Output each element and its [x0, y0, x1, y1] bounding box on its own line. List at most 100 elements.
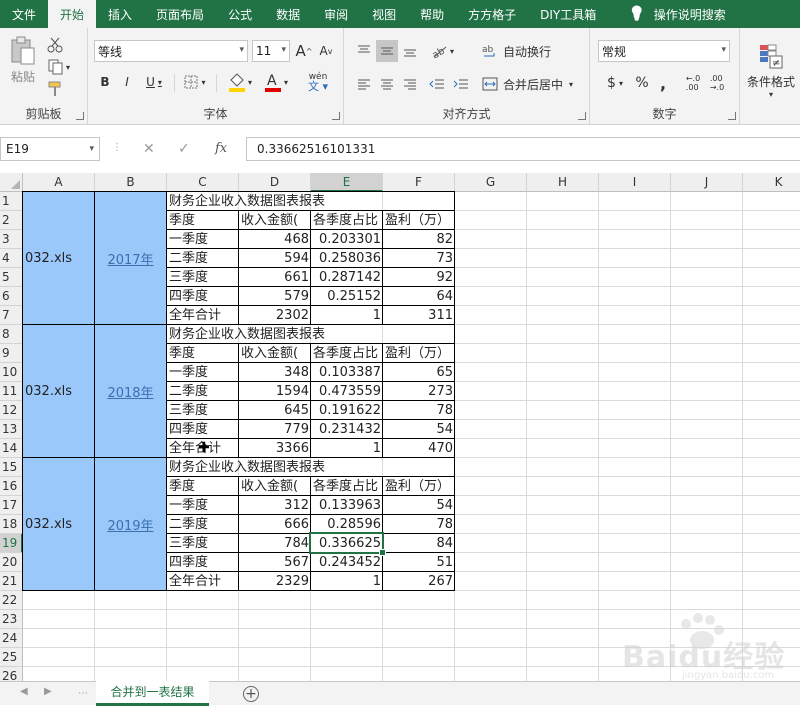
column-heading[interactable]: 盈利（万）: [383, 477, 455, 496]
align-middle-button[interactable]: [376, 40, 398, 62]
column-heading[interactable]: 各季度占比: [311, 477, 383, 496]
borders-button[interactable]: ▾: [180, 72, 210, 92]
row-header-21[interactable]: 21: [0, 572, 23, 591]
data-cell[interactable]: 0.243452: [311, 553, 383, 572]
quarter-label[interactable]: 四季度: [167, 553, 239, 572]
merged-cell-file[interactable]: 032.xls: [22, 457, 95, 591]
row-header-25[interactable]: 25: [0, 648, 23, 667]
row-header-1[interactable]: 1: [0, 192, 23, 211]
function-icon[interactable]: fx: [215, 141, 227, 156]
quarter-label[interactable]: 全年合计: [167, 572, 239, 591]
quarter-label[interactable]: 三季度: [167, 268, 239, 287]
row-header-6[interactable]: 6: [0, 287, 23, 306]
column-heading[interactable]: 各季度占比: [311, 211, 383, 230]
ribbon-tab-7[interactable]: 视图: [360, 0, 408, 28]
data-cell[interactable]: 579: [239, 287, 311, 306]
select-all-corner[interactable]: [0, 173, 23, 192]
row-header-9[interactable]: 9: [0, 344, 23, 363]
data-cell[interactable]: 65: [383, 363, 455, 382]
quarter-label[interactable]: 全年合计: [167, 306, 239, 325]
bold-button[interactable]: B: [96, 72, 114, 92]
data-cell[interactable]: 92: [383, 268, 455, 287]
row-header-14[interactable]: 14: [0, 439, 23, 458]
row-header-2[interactable]: 2: [0, 211, 23, 230]
ribbon-tab-6[interactable]: 审阅: [312, 0, 360, 28]
enter-icon[interactable]: ✓: [178, 141, 190, 157]
data-cell[interactable]: 348: [239, 363, 311, 382]
data-cell[interactable]: 3366: [239, 439, 311, 458]
row-header-8[interactable]: 8: [0, 325, 23, 344]
column-header-e[interactable]: E: [311, 173, 383, 192]
data-cell[interactable]: 779: [239, 420, 311, 439]
dialog-launcher-icon[interactable]: [76, 112, 84, 120]
row-header-20[interactable]: 20: [0, 553, 23, 572]
column-header-c[interactable]: C: [167, 173, 239, 192]
paste-button[interactable]: 粘贴: [6, 34, 40, 86]
data-cell[interactable]: 1: [311, 306, 383, 325]
row-header-3[interactable]: 3: [0, 230, 23, 249]
data-cell[interactable]: 567: [239, 553, 311, 572]
decrease-decimal-button[interactable]: .00 →.0: [706, 72, 728, 94]
merge-center-button[interactable]: 合并后居中 ▾: [482, 73, 586, 95]
column-header-a[interactable]: A: [23, 173, 95, 192]
more-options-icon[interactable]: ⋮: [112, 142, 122, 153]
shrink-font-button[interactable]: Av: [316, 41, 336, 61]
quarter-label[interactable]: 二季度: [167, 382, 239, 401]
scroll-left-icon[interactable]: ◀: [20, 686, 28, 697]
quarter-label[interactable]: 一季度: [167, 496, 239, 515]
grow-font-button[interactable]: A ^: [294, 41, 314, 61]
merged-cell-year-link[interactable]: 2017年: [94, 191, 167, 325]
row-header-18[interactable]: 18: [0, 515, 23, 534]
data-cell[interactable]: 0.133963: [311, 496, 383, 515]
merged-cell-year-link[interactable]: 2019年: [94, 457, 167, 591]
data-cell[interactable]: 0.258036: [311, 249, 383, 268]
table-title[interactable]: 财务企业收入数据图表报表: [167, 192, 455, 211]
column-header-k[interactable]: K: [743, 173, 800, 192]
conditional-format-button[interactable]: ≠ 条件格式 ▾: [744, 36, 798, 106]
row-header-15[interactable]: 15: [0, 458, 23, 477]
data-cell[interactable]: 84: [383, 534, 455, 553]
quarter-label[interactable]: 二季度: [167, 515, 239, 534]
align-right-button[interactable]: [400, 73, 420, 95]
merged-cell-year-link[interactable]: 2018年: [94, 324, 167, 458]
row-header-19[interactable]: 19: [0, 534, 23, 553]
data-cell[interactable]: 0.231432: [311, 420, 383, 439]
table-title[interactable]: 财务企业收入数据图表报表: [167, 325, 455, 344]
row-header-7[interactable]: 7: [0, 306, 23, 325]
data-cell[interactable]: 82: [383, 230, 455, 249]
quarter-label[interactable]: 四季度: [167, 287, 239, 306]
align-center-button[interactable]: [376, 73, 398, 95]
column-header-i[interactable]: I: [599, 173, 671, 192]
column-heading[interactable]: 季度: [167, 344, 239, 363]
column-heading[interactable]: 季度: [167, 211, 239, 230]
ribbon-tab-4[interactable]: 公式: [216, 0, 264, 28]
underline-button[interactable]: U ▾: [140, 72, 168, 92]
column-heading[interactable]: 季度: [167, 477, 239, 496]
currency-button[interactable]: $ ▾: [600, 72, 630, 94]
data-cell[interactable]: 267: [383, 572, 455, 591]
ribbon-tab-10[interactable]: DIY工具箱: [528, 0, 608, 28]
data-cell[interactable]: 2329: [239, 572, 311, 591]
ribbon-tab-8[interactable]: 帮助: [408, 0, 456, 28]
wrap-text-button[interactable]: ab 自动换行: [482, 40, 580, 62]
comma-style-button[interactable]: ,: [654, 72, 672, 94]
more-tabs-icon[interactable]: ⋯: [78, 688, 88, 699]
data-cell[interactable]: 666: [239, 515, 311, 534]
decrease-indent-button[interactable]: [426, 73, 448, 95]
ribbon-tab-11[interactable]: 💡 操作说明搜索: [608, 0, 737, 28]
column-heading[interactable]: 盈利（万）: [383, 211, 455, 230]
merged-cell-file[interactable]: 032.xls: [22, 191, 95, 325]
data-cell[interactable]: 73: [383, 249, 455, 268]
increase-decimal-button[interactable]: ←.0.00: [682, 72, 704, 94]
data-cell[interactable]: 661: [239, 268, 311, 287]
column-header-b[interactable]: B: [95, 173, 167, 192]
data-cell[interactable]: 273: [383, 382, 455, 401]
data-cell[interactable]: 0.191622: [311, 401, 383, 420]
quarter-label[interactable]: 三季度: [167, 401, 239, 420]
quarter-label[interactable]: 一季度: [167, 363, 239, 382]
data-cell[interactable]: 54: [383, 420, 455, 439]
row-header-13[interactable]: 13: [0, 420, 23, 439]
ribbon-tab-0[interactable]: 文件: [0, 0, 48, 28]
data-cell[interactable]: 1: [311, 439, 383, 458]
column-heading[interactable]: 收入金额(: [239, 344, 311, 363]
